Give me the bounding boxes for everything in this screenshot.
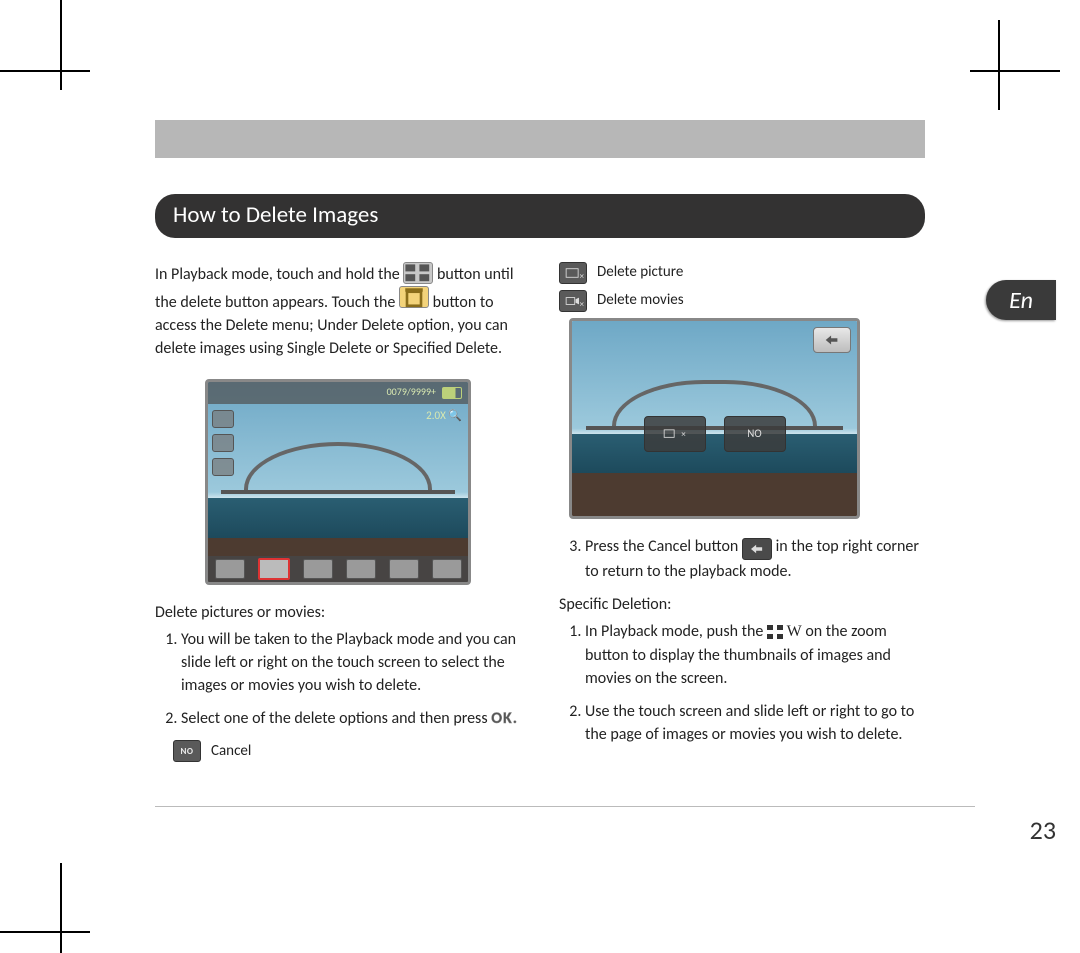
- intro-paragraph: In Playback mode, touch and hold the but…: [155, 262, 521, 361]
- camera-screenshot-confirm: × NO: [569, 318, 860, 519]
- delete-steps: You will be taken to the Playback mode a…: [155, 628, 521, 731]
- delete-picture-icon: ×: [559, 262, 587, 284]
- page-number: 23: [1030, 814, 1056, 846]
- delete-subhead: Delete pictures or movies:: [155, 601, 521, 624]
- right-steps: Press the Cancel button in the top right…: [559, 535, 925, 583]
- step-item: In Playback mode, push the W on the zoom…: [585, 620, 925, 690]
- legend-delete-movies-label: Delete movies: [597, 290, 684, 312]
- crop-mark: [0, 70, 90, 72]
- step3-text-a: Press the Cancel button: [585, 537, 738, 556]
- screenshot-bottom-toolbar: [208, 556, 468, 582]
- toolbar-btn: [389, 559, 419, 579]
- trash-icon: [399, 286, 429, 308]
- step2-text: Select one of the delete options and the…: [181, 709, 488, 728]
- toolbar-btn-delete-highlighted: [258, 558, 290, 580]
- screenshot-counter: 0079/9999+: [387, 385, 436, 400]
- legend-cancel-label: Cancel: [211, 741, 251, 763]
- left-column: In Playback mode, touch and hold the but…: [155, 256, 521, 768]
- crop-mark: [60, 863, 62, 953]
- screenshot-zoom-value: 2.0X: [426, 409, 446, 422]
- step-item: You will be taken to the Playback mode a…: [181, 628, 521, 698]
- camera-screenshot-playback: 0079/9999+ 2.0X 🔍: [205, 379, 471, 585]
- delete-movies-icon: ×: [559, 290, 587, 312]
- screenshot-side-icon: [212, 434, 234, 452]
- thumbnails-icon: [403, 262, 433, 284]
- screenshot-back-button: [813, 327, 851, 353]
- intro-text-1: In Playback mode, touch and hold the: [155, 265, 400, 284]
- screenshot-zoom: 2.0X 🔍: [426, 408, 462, 424]
- toolbar-btn: [303, 559, 333, 579]
- header-bar: [155, 120, 925, 158]
- thumbnails-icon: [767, 625, 783, 639]
- screenshot-side-icon: [212, 410, 234, 428]
- toolbar-btn: [215, 559, 245, 579]
- specific-steps: In Playback mode, push the W on the zoom…: [559, 620, 925, 746]
- specific-deletion-head: Specific Deletion:: [559, 593, 925, 616]
- screenshot-side-icon: [212, 458, 234, 476]
- step-item: Select one of the delete options and the…: [181, 707, 521, 730]
- step-item: Use the touch screen and slide left or r…: [585, 700, 925, 746]
- step-item: Press the Cancel button in the top right…: [585, 535, 925, 583]
- legend-cancel: NO Cancel: [173, 740, 521, 762]
- toolbar-btn: [432, 559, 462, 579]
- no-icon: NO: [173, 740, 201, 762]
- footer-rule: [155, 806, 975, 807]
- manual-page: How to Delete Images In Playback mode, t…: [155, 120, 925, 768]
- spec1-text-a: In Playback mode, push the: [585, 622, 763, 641]
- crop-mark: [998, 20, 1000, 110]
- language-tab: En: [986, 280, 1056, 320]
- right-column: × Delete picture × Delete movies: [559, 256, 925, 768]
- ok-icon: OK.: [491, 707, 518, 730]
- crop-mark: [0, 931, 90, 933]
- screenshot-confirm-buttons: × NO: [644, 416, 786, 452]
- section-title: How to Delete Images: [155, 194, 925, 238]
- legend-delete-picture: × Delete picture: [559, 262, 925, 284]
- toolbar-btn: [346, 559, 376, 579]
- cancel-return-icon: [742, 538, 772, 560]
- crop-mark: [60, 0, 62, 90]
- crop-mark: [970, 70, 1060, 72]
- legend-delete-picture-label: Delete picture: [597, 262, 683, 284]
- screenshot-top-bar: 0079/9999+: [208, 382, 468, 404]
- screenshot-delete-picture-btn: ×: [644, 416, 706, 452]
- screenshot-no-btn: NO: [724, 416, 786, 452]
- legend-delete-movies: × Delete movies: [559, 290, 925, 312]
- w-zoom-symbol: W: [787, 623, 802, 640]
